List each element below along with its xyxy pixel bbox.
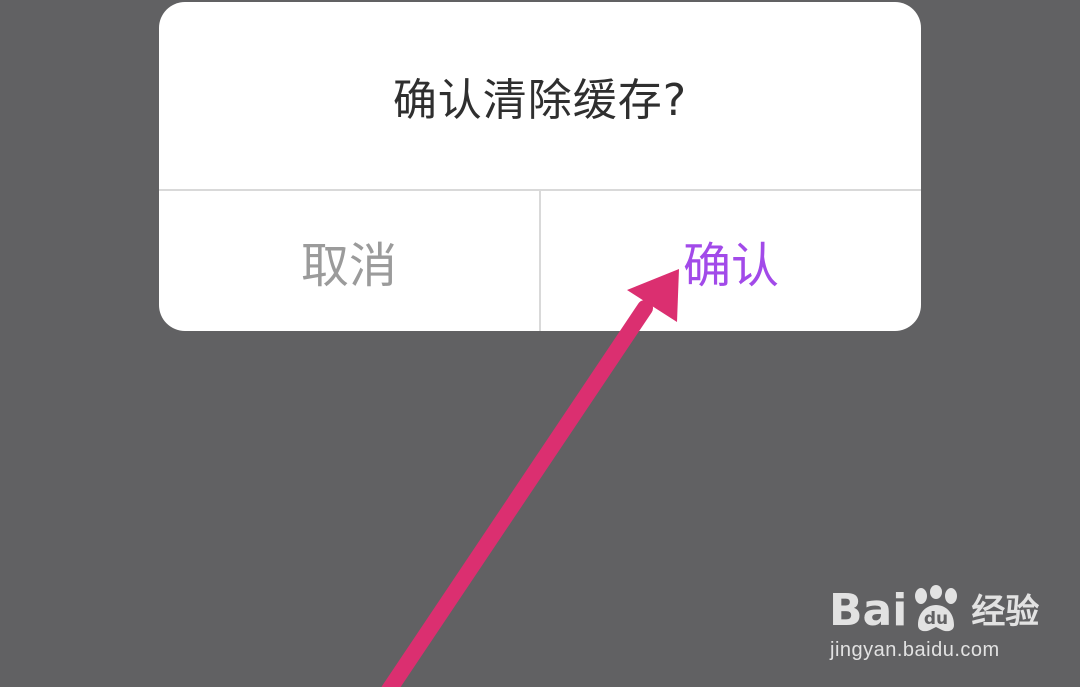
watermark-paw-text: du bbox=[924, 609, 948, 629]
paw-icon: du bbox=[915, 585, 958, 632]
watermark-brand-text: Bai bbox=[829, 585, 908, 636]
watermark-product-text: 经验 bbox=[971, 592, 1040, 632]
confirm-clear-cache-dialog: 确认清除缓存? 取消 确认 bbox=[159, 2, 921, 331]
cancel-button[interactable]: 取消 bbox=[159, 191, 539, 331]
watermark-url: jingyan.baidu.com bbox=[830, 639, 1000, 661]
dialog-title: 确认清除缓存? bbox=[392, 74, 688, 126]
watermark-logo: Bai du 经验 bbox=[829, 581, 1039, 633]
confirm-button[interactable]: 确认 bbox=[541, 191, 921, 331]
baidu-jingyan-watermark: Bai du 经验 jingyan.baidu.com bbox=[829, 573, 1049, 663]
